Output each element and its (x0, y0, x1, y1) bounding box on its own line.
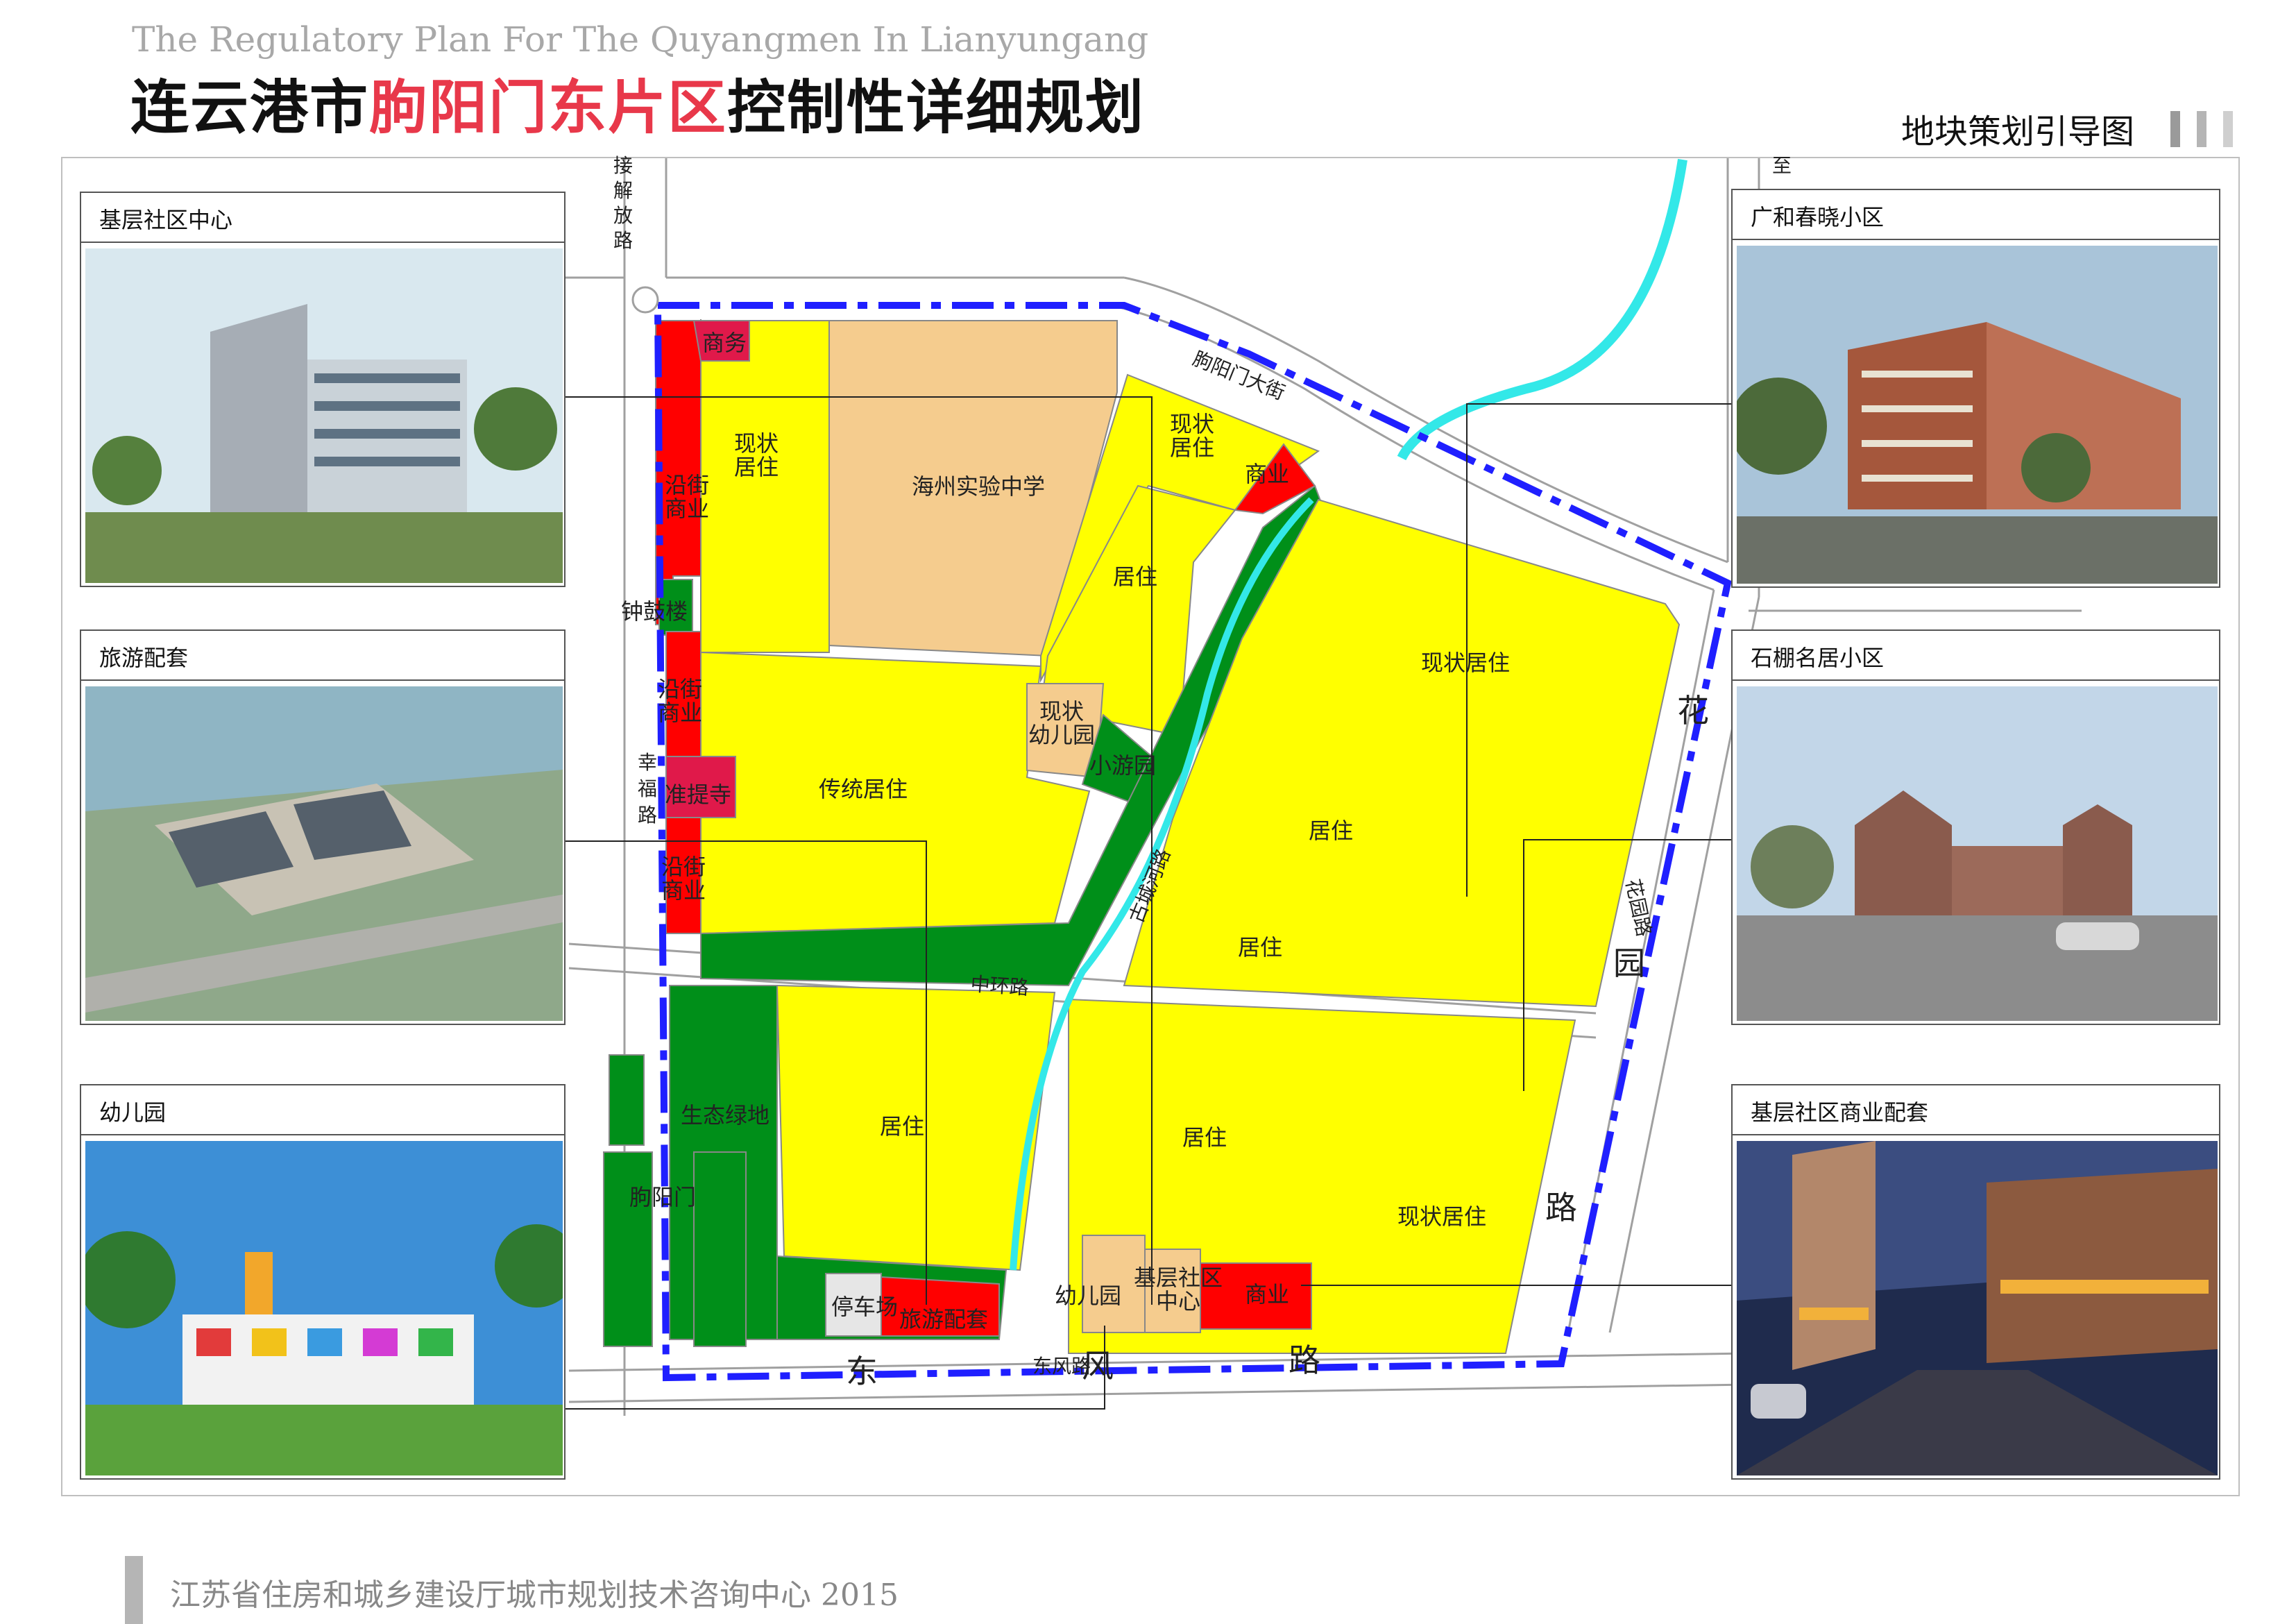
label-current-res-b2: 居住 (1170, 434, 1214, 461)
label-school: 海州实验中学 (912, 473, 1045, 500)
panel-shipeng: 石棚名居小区 (1731, 629, 2220, 1025)
panel-title-community-center: 基层社区中心 (81, 193, 564, 243)
label-road-dongfeng-2: 风 (1082, 1347, 1114, 1385)
panel-title-guanghe: 广和春晓小区 (1733, 190, 2219, 240)
label-street-com-3a: 沿街 (661, 854, 706, 880)
panel-guanghe: 广和春晓小区 (1731, 189, 2220, 588)
photo-kindergarten (85, 1141, 563, 1475)
label-res-c: 居住 (1113, 564, 1157, 590)
label-kinder-current-1: 现状 (1039, 698, 1084, 725)
label-road-zhi: 至 (1772, 154, 1792, 177)
label-community-1: 基层社区 (1134, 1264, 1223, 1291)
photo-tourism (85, 686, 563, 1021)
label-res-d: 居住 (1309, 818, 1353, 844)
label-road-zhonghuan: 中环路 (970, 972, 1030, 999)
panel-community-center: 基层社区中心 (80, 192, 566, 587)
label-current-res-a2: 居住 (734, 454, 779, 480)
photo-community-commerce (1737, 1141, 2218, 1475)
road-dongfeng-north (568, 1352, 1749, 1372)
label-road-jiefang-1: 接 (613, 154, 633, 177)
footer-credit: 江苏省住房和城乡建设厅城市规划技术咨询中心 2015 (170, 1578, 899, 1613)
label-kindergarten: 幼儿园 (1055, 1283, 1121, 1309)
label-community-2: 中心 (1156, 1288, 1200, 1314)
label-res-g: 居住 (1182, 1124, 1227, 1151)
panel-title-shipeng: 石棚名居小区 (1733, 631, 2219, 681)
parcel-west-green-1 (609, 1054, 645, 1146)
label-current-res-a1: 现状 (734, 430, 779, 457)
label-res-f: 居住 (880, 1113, 924, 1140)
label-current-res-east: 现状居住 (1421, 650, 1510, 676)
panel-title-community-commerce: 基层社区商业配套 (1733, 1085, 2219, 1135)
label-road-xingfu-2: 福 (638, 777, 657, 800)
panel-title-kindergarten: 幼儿园 (81, 1085, 564, 1135)
label-current-res-se: 现状居住 (1397, 1203, 1486, 1230)
label-street-com-2a: 沿街 (658, 676, 702, 702)
panel-title-tourism: 旅游配套 (81, 631, 564, 681)
label-res-e: 居住 (1238, 934, 1282, 961)
label-road-huayuan-small: 花园路 (1621, 877, 1656, 939)
label-road-jiefang-2: 解 (613, 179, 633, 202)
label-commercial-ne: 商业 (1245, 461, 1289, 487)
label-road-jiefang-3: 放 (613, 204, 633, 227)
label-traditional: 传统居住 (819, 776, 908, 802)
parcel-current-res-a (700, 320, 830, 653)
photo-shipeng (1737, 686, 2218, 1021)
label-street-com-2b: 商业 (658, 700, 702, 726)
label-commercial-s: 商业 (1245, 1281, 1289, 1308)
label-quyangmen: 朐阳门 (629, 1184, 696, 1210)
label-road-dongfeng-3: 路 (1289, 1342, 1320, 1379)
panel-tourism: 旅游配套 (80, 629, 566, 1025)
label-road-jiefang-4: 路 (613, 229, 633, 252)
road-dongfeng-south (568, 1383, 1749, 1403)
footer-bar (125, 1556, 143, 1624)
parcel-west-green-2 (603, 1151, 653, 1347)
label-road-huayuan-3: 路 (1545, 1189, 1577, 1226)
parcel-current-res-east (1123, 498, 1681, 1008)
label-road-xingfu-3: 路 (638, 804, 657, 827)
label-shangwu: 商务 (702, 330, 747, 356)
label-zhonggu: 钟鼓楼 (621, 598, 688, 625)
panel-community-commerce: 基层社区商业配套 (1731, 1084, 2220, 1480)
label-road-huayuan-1: 花 (1677, 692, 1709, 729)
label-street-com-1b: 商业 (665, 496, 709, 522)
label-street-com-3b: 商业 (661, 877, 706, 904)
photo-community-center (85, 248, 563, 583)
label-eco-green: 生态绿地 (681, 1102, 769, 1128)
photo-guanghe (1737, 246, 2218, 584)
label-tourism-support: 旅游配套 (899, 1306, 988, 1333)
panel-kindergarten: 幼儿园 (80, 1084, 566, 1480)
label-kinder-current-2: 幼儿园 (1028, 722, 1095, 748)
label-road-quyangmen: 朐阳门大街 (1189, 347, 1288, 405)
roundabout (631, 286, 659, 314)
label-street-com-1a: 沿街 (665, 472, 709, 498)
label-zhunti: 准提寺 (665, 781, 731, 808)
label-xiaoyouyuan: 小游园 (1089, 752, 1156, 779)
label-parking: 停车场 (831, 1294, 898, 1320)
label-road-huayuan-2: 园 (1613, 945, 1645, 982)
river-north (1397, 158, 1687, 461)
label-current-res-b1: 现状 (1170, 411, 1214, 437)
label-road-xingfu-1: 幸 (638, 751, 657, 774)
label-road-dongfeng-1: 东 (846, 1353, 878, 1390)
parcel-west-green-3 (693, 1151, 747, 1347)
